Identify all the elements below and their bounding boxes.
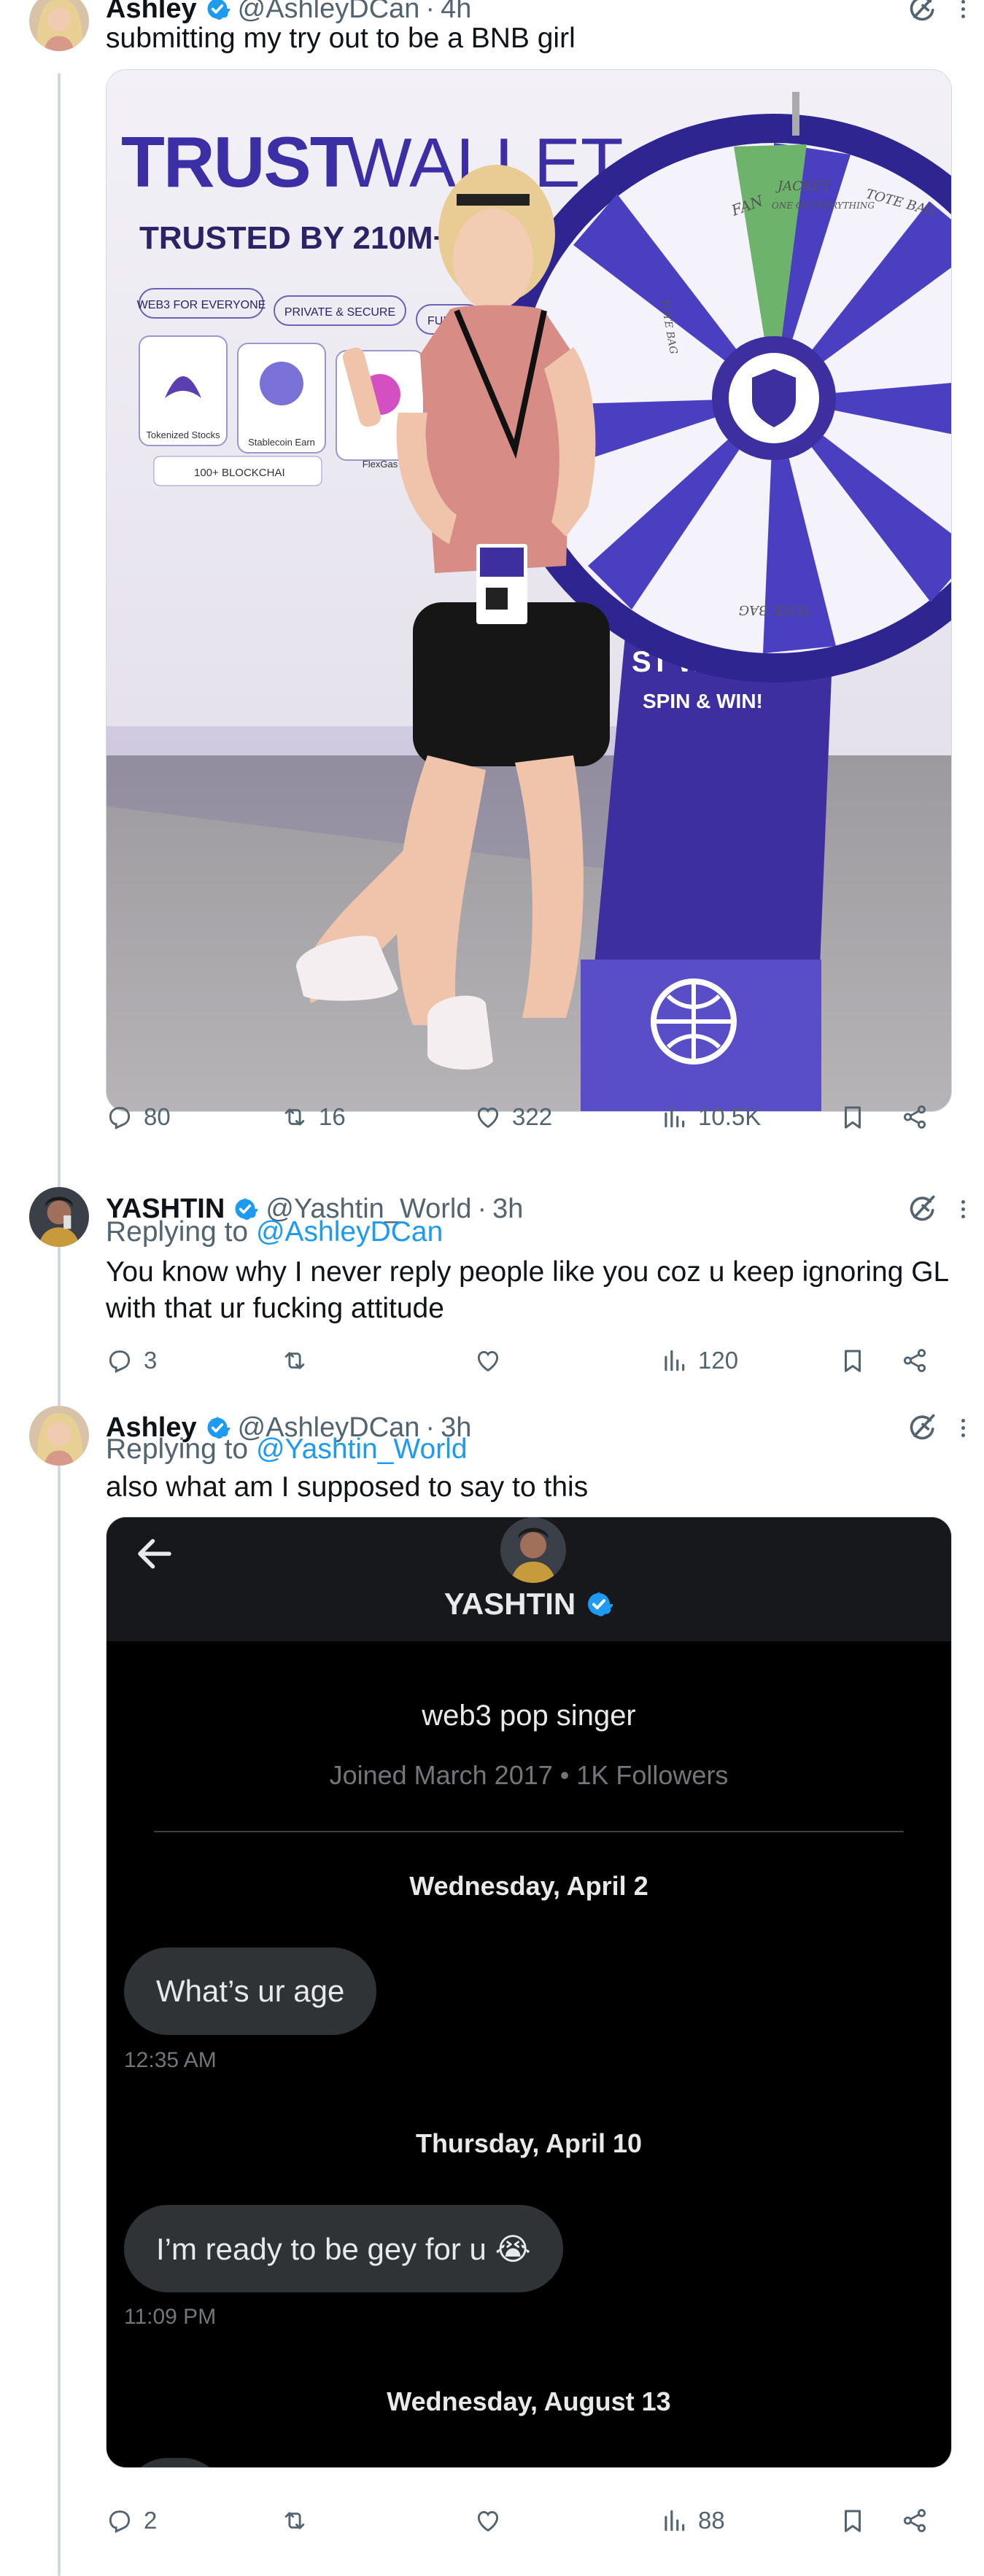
views-button[interactable]: 88 [660,2502,725,2540]
divider [154,1831,904,1832]
like-icon [477,1351,499,1371]
tweet-actions: 2 88 [106,2502,937,2540]
reply-icon [109,1350,131,1373]
repost-button[interactable]: 16 [281,1098,346,1136]
replying-prefix: Replying to [106,1216,256,1248]
reply-count: 80 [144,1103,171,1130]
avatar[interactable] [29,0,89,51]
tweet-actions: 80 16 322 10.5K [106,1098,937,1136]
dm-message: I’m ready to be gey for u 😭 [124,2205,563,2292]
bookmark-button[interactable] [839,1098,867,1136]
bookmark-icon [844,1106,861,1129]
bookmark-icon [844,1350,861,1372]
replying-to: Replying to @Yashtin_World [106,1431,468,1468]
chain-label: 100+ BLOCKCHAI [194,467,285,479]
tweet-text: also what am I supposed to say to this [106,1471,589,1503]
bookmark-button[interactable] [839,1342,867,1380]
more-icon[interactable] [958,1412,968,1444]
reply-count: 3 [144,1347,158,1374]
views-button[interactable]: 120 [660,1342,738,1380]
reply-icon [109,2510,131,2533]
dm-avatar [500,1517,566,1583]
repost-button[interactable] [281,1342,319,1380]
verified-icon [206,0,230,21]
wheel-sub: SPIN & WIN! [643,690,763,712]
like-button[interactable]: 322 [474,1098,552,1136]
replying-to-link[interactable]: @AshleyDCan [256,1216,443,1248]
view-count: 10.5K [698,1103,762,1130]
dm-message: What’s ur age [124,1947,377,2035]
reply-button[interactable]: 80 [106,1098,171,1136]
pill-0: WEB3 FOR EVERYONE [137,299,266,311]
back-arrow-icon [138,1538,171,1569]
view-count: 88 [698,2507,725,2534]
views-icon [665,1350,685,1371]
card-2: FlexGas [363,459,398,470]
avatar[interactable] [29,1187,89,1247]
replying-to-link[interactable]: @Yashtin_World [256,1433,468,1465]
repost-button[interactable] [281,2502,319,2540]
thread-connector-line [58,73,61,2576]
views-icon [665,2510,685,2532]
share-icon [903,1105,926,1129]
tweet-text: You know why I never reply people like y… [106,1256,948,1324]
share-button[interactable] [901,1342,929,1380]
wheel-label-4: TOTE BAG [739,602,810,618]
view-count: 120 [698,1347,739,1374]
views-button[interactable]: 10.5K [660,1098,761,1136]
dm-bio: web3 pop singer [422,1700,636,1732]
pill-1: PRIVATE & SECURE [284,306,395,319]
banner-brand: TRUST [121,122,353,202]
like-icon [477,2511,499,2532]
grok-icon[interactable] [907,1193,939,1225]
like-icon [477,1108,499,1128]
dm-date: Wednesday, April 2 [409,1871,648,1901]
reply-icon [109,1107,131,1129]
reply-count: 2 [144,2507,158,2534]
share-button[interactable] [901,1098,929,1136]
dm-name: YASHTIN [106,1587,951,1622]
dm-message-time: 12:35 AM [124,2048,217,2072]
dm-message-partial [124,2458,226,2467]
reply-button[interactable]: 2 [106,2502,157,2540]
wheel-label-2: ONE OF EVERYTHING [772,201,875,211]
like-button[interactable] [474,2502,512,2540]
like-count: 322 [512,1103,553,1130]
repost-icon [284,2512,305,2529]
dm-name-text: YASHTIN [443,1587,576,1621]
replying-to: Replying to @AshleyDCan [106,1214,443,1250]
dm-meta: Joined March 2017 • 1K Followers [329,1760,729,1790]
repost-count: 16 [319,1103,346,1130]
repost-icon [284,1352,305,1369]
replying-prefix: Replying to [106,1433,256,1465]
wheel-label-1: JACKET [775,179,832,194]
photo-image: TRUST WALLET TRUSTED BY 210M+ PE WEB3 FO… [106,70,951,1111]
repost-icon [284,1108,305,1126]
card-1: Stablecoin Earn [248,437,315,448]
tweet-actions: 3 120 [106,1342,937,1380]
separator-dot: · [477,1193,487,1224]
more-icon[interactable] [958,1193,968,1225]
dm-date: Wednesday, August 13 [387,2386,671,2416]
dm-message-time: 11:09 PM [124,2305,217,2329]
grok-icon[interactable] [907,1412,939,1444]
more-icon[interactable] [958,0,968,25]
verified-icon [586,1590,614,1618]
tweet-photo[interactable]: TRUST WALLET TRUSTED BY 210M+ PE WEB3 FO… [106,69,952,1112]
bookmark-button[interactable] [839,2502,867,2540]
dm-date: Thursday, April 10 [415,2128,643,2158]
share-button[interactable] [901,2502,929,2540]
reply-button[interactable]: 3 [106,1342,157,1380]
like-button[interactable] [474,1342,512,1380]
share-icon [903,1349,926,1372]
timestamp[interactable]: 3h [492,1194,523,1225]
tweet-text: submitting my try out to be a BNB girl [106,23,576,54]
avatar[interactable] [29,1406,89,1466]
share-icon [903,2509,926,2532]
card-0: Tokenized Stocks [146,429,220,440]
dm-screenshot[interactable]: YASHTIN web3 pop singer Joined March 201… [106,1517,952,2468]
views-icon [665,1106,685,1128]
bookmark-icon [844,2510,861,2532]
